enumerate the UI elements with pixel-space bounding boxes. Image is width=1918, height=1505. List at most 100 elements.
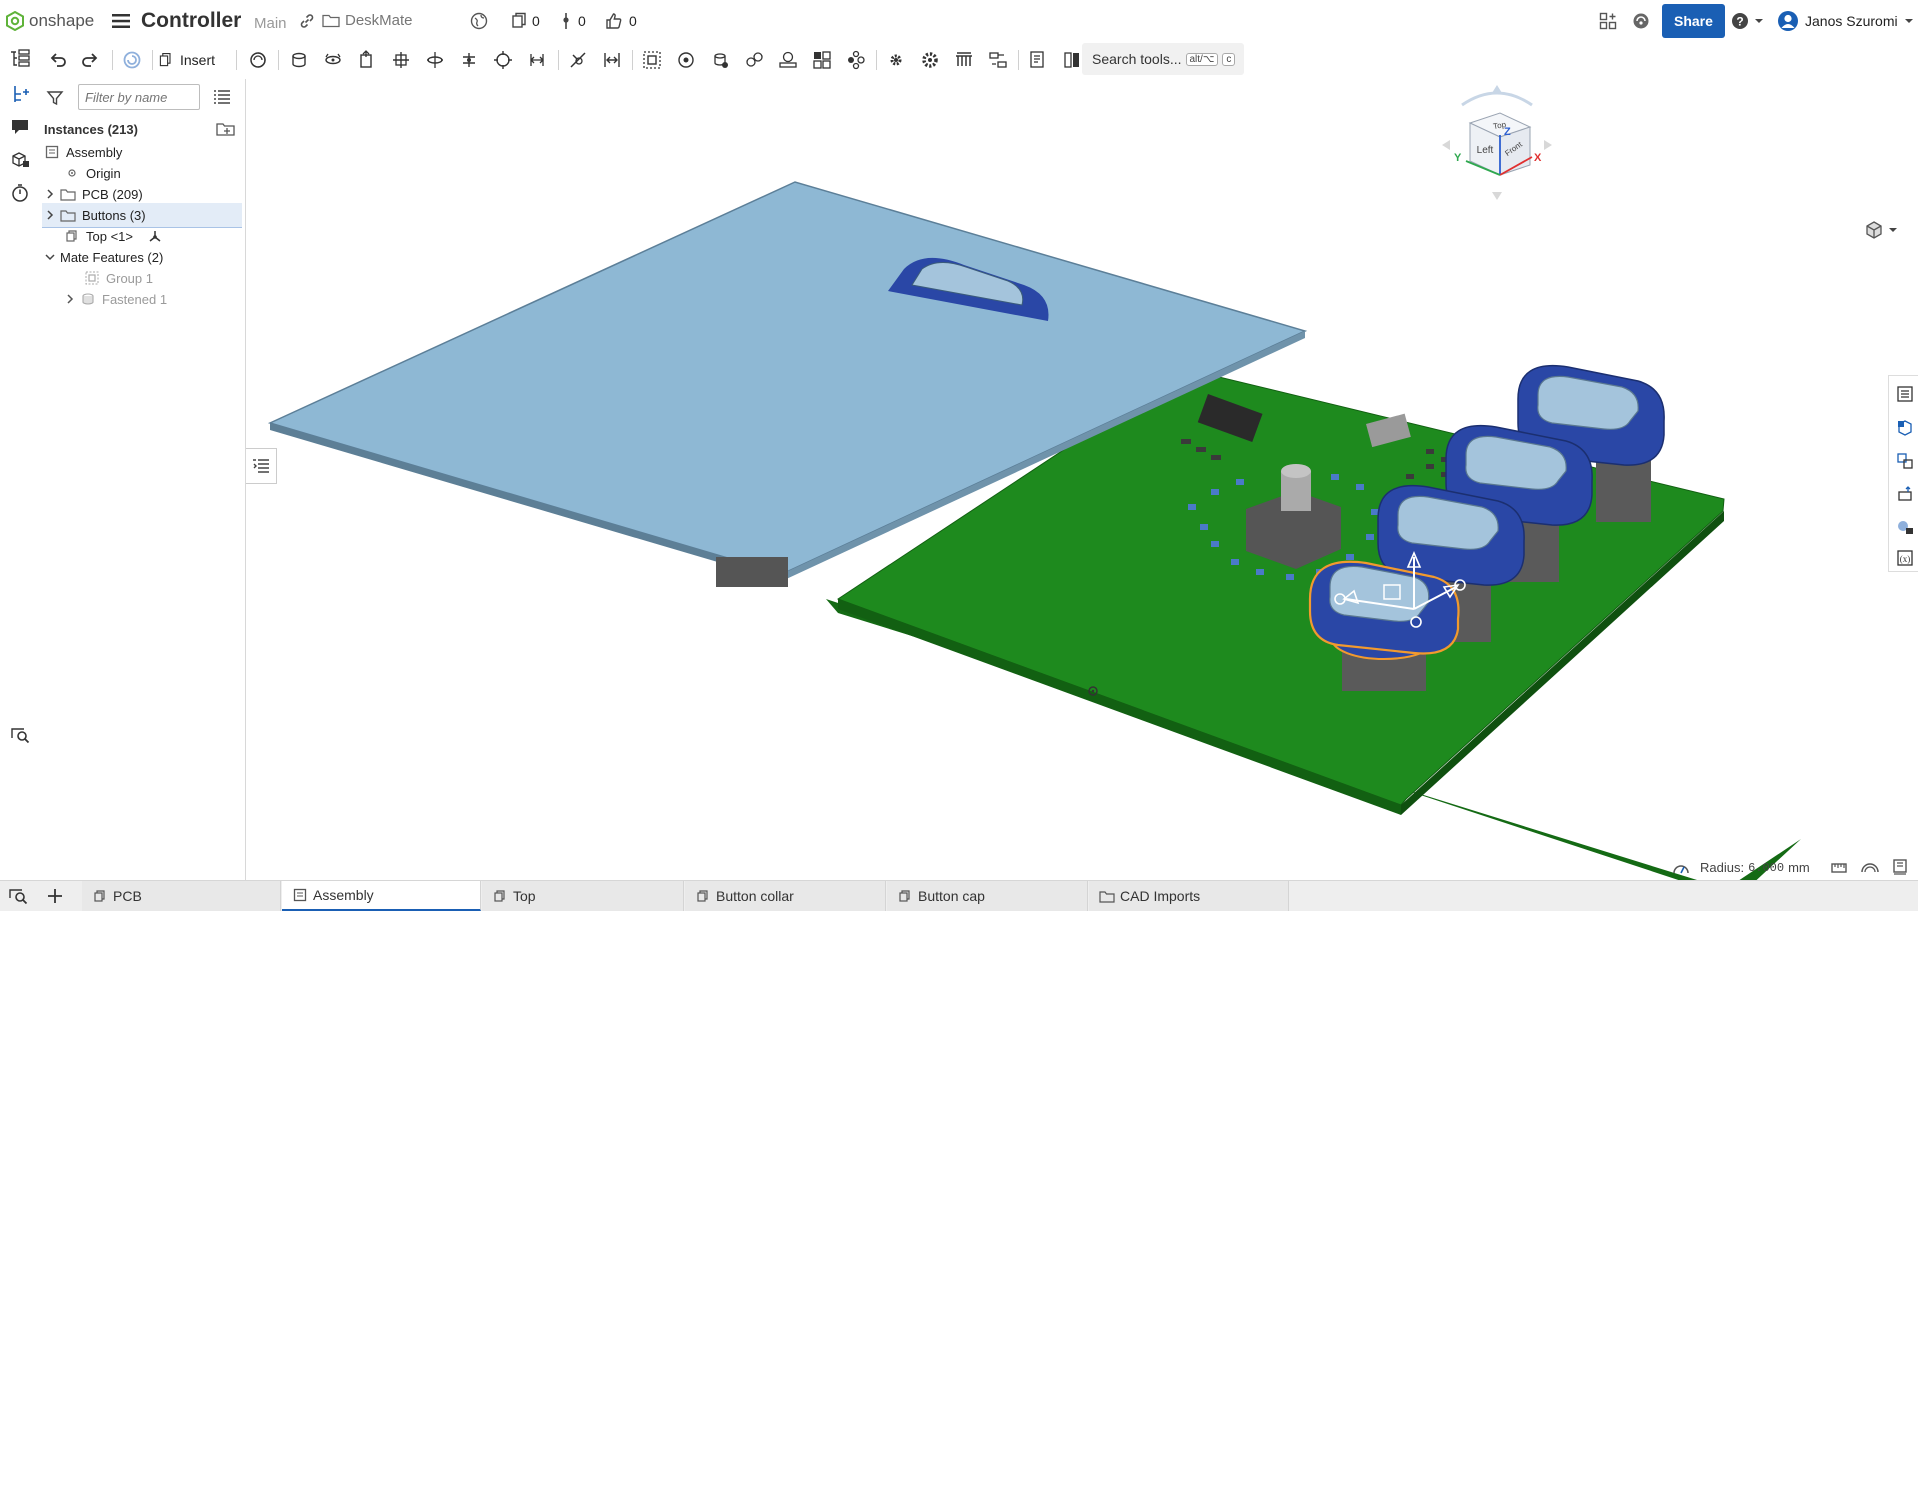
chevron-down-icon[interactable] (42, 249, 58, 265)
view-options-menu[interactable] (1864, 220, 1898, 240)
relation-tool[interactable] (706, 46, 734, 74)
likes-counter[interactable]: 0 (605, 0, 637, 41)
gauge-icon (1673, 864, 1689, 873)
tree-item-fastened[interactable]: Fastened 1 (62, 287, 262, 311)
share-button-label: Share (1662, 3, 1725, 38)
insert-mate-icon[interactable] (8, 82, 32, 106)
planar-mate-tool[interactable] (387, 46, 415, 74)
learning-center-icon[interactable] (1632, 0, 1650, 41)
assembly-toolbar: Insert Search tools... alt/⌥ c (40, 41, 1918, 79)
folder-icon (322, 14, 340, 28)
list-view-toggle[interactable] (213, 89, 231, 110)
tab-top[interactable]: Top (482, 881, 684, 911)
pin-slot-mate-tool[interactable] (455, 46, 483, 74)
planar-mate-icon (393, 52, 409, 68)
standard-content-tool[interactable] (882, 46, 910, 74)
tab-label: CAD Imports (1120, 888, 1201, 904)
insert-button[interactable]: Insert (158, 46, 230, 74)
comments-icon[interactable] (8, 115, 32, 139)
revolute-mate-tool[interactable] (319, 46, 347, 74)
configuration-panel-icon[interactable] (1895, 451, 1915, 471)
versions-counter[interactable]: 0 (511, 0, 540, 41)
mass-properties-icon[interactable] (1860, 859, 1880, 880)
tab-manager-button[interactable] (8, 887, 28, 910)
radius-label: Radius: (1700, 860, 1745, 875)
section-properties-icon[interactable] (1891, 858, 1909, 880)
exploded-view-tool[interactable] (984, 46, 1012, 74)
variable-table-panel-icon[interactable]: (x) (1895, 548, 1915, 568)
parts-list-icon[interactable] (8, 148, 32, 172)
rack-pinion-tool[interactable] (774, 46, 802, 74)
assembly-3d-model[interactable] (246, 79, 1918, 880)
material-lock-panel-icon[interactable] (1895, 517, 1915, 537)
folder-icon (60, 186, 76, 202)
tab-button-collar[interactable]: Button collar (685, 881, 886, 911)
width-mate-tool[interactable] (598, 46, 626, 74)
app-store-icon[interactable] (1599, 0, 1617, 41)
share-button[interactable]: Share (1662, 3, 1725, 38)
graphics-viewport[interactable]: Top Left Front Z X Y Radius: 6.000 mm (246, 79, 1918, 880)
link-icon[interactable] (299, 0, 315, 41)
tab-pcb[interactable]: PCB (82, 881, 281, 911)
chevron-right-icon[interactable] (62, 291, 78, 307)
view-search-icon[interactable] (8, 723, 32, 747)
onshape-logo[interactable]: onshape (6, 0, 94, 41)
user-menu[interactable]: Janos Szuromi (1777, 0, 1914, 41)
tab-label: Button collar (716, 888, 794, 904)
hole-feature-tool[interactable] (950, 46, 978, 74)
history-timer-icon[interactable] (8, 181, 32, 205)
instances-header: Instances (213) (44, 122, 138, 137)
chevron-right-icon[interactable] (42, 207, 58, 223)
main-menu-button[interactable] (112, 0, 130, 41)
branch-name[interactable]: Main (254, 3, 287, 44)
parallel-mate-tool[interactable] (523, 46, 551, 74)
branches-counter[interactable]: 0 (561, 0, 586, 41)
ball-mate-tool[interactable] (489, 46, 517, 74)
undo-button[interactable] (44, 46, 72, 74)
named-views-panel-icon[interactable] (1895, 484, 1915, 504)
gear-relation-tool[interactable] (740, 46, 768, 74)
cylindrical-mate-tool[interactable] (421, 46, 449, 74)
redo-button[interactable] (76, 46, 104, 74)
top-bar: onshape Controller Main DeskMate 0 0 0 S… (0, 0, 1918, 42)
tab-assembly[interactable]: Assembly (282, 881, 481, 911)
tangent-mate-tool[interactable] (564, 46, 592, 74)
tab-cad-imports[interactable]: CAD Imports (1089, 881, 1289, 911)
tree-item-label: Buttons (3) (82, 207, 146, 223)
replicate-tool[interactable] (244, 46, 272, 74)
add-tab-button[interactable] (46, 887, 64, 910)
group-icon (643, 51, 661, 69)
mate-connector-tool[interactable] (672, 46, 700, 74)
tab-button-cap[interactable]: Button cap (887, 881, 1088, 911)
undo-icon (50, 53, 66, 67)
globe-icon[interactable] (470, 0, 488, 41)
group-tool[interactable] (638, 46, 666, 74)
onshape-logo-icon (6, 10, 24, 31)
document-title[interactable]: Controller (141, 0, 241, 41)
fastener-tool[interactable] (916, 46, 944, 74)
filter-by-name-input[interactable] (78, 84, 200, 110)
bom-tool[interactable] (1024, 46, 1052, 74)
linear-pattern-tool[interactable] (808, 46, 836, 74)
update-button[interactable] (118, 46, 146, 74)
folder-breadcrumb[interactable]: DeskMate (322, 0, 413, 41)
fastened-mate-icon (292, 52, 306, 68)
tab-label: Top (513, 888, 536, 904)
help-menu[interactable]: ? (1731, 0, 1764, 41)
circular-pattern-tool[interactable] (842, 46, 870, 74)
feature-list-icon[interactable] (8, 47, 32, 71)
appearance-panel-icon[interactable] (1895, 418, 1915, 438)
measure-icon[interactable] (1830, 859, 1848, 880)
view-cube[interactable]: Top Left Front Z X Y (1432, 79, 1562, 215)
part-studio-icon (897, 888, 913, 904)
slider-mate-tool[interactable] (353, 46, 381, 74)
cylindrical-mate-icon (427, 52, 443, 68)
search-tools-input[interactable]: Search tools... alt/⌥ c (1082, 43, 1244, 75)
new-folder-button[interactable] (216, 121, 236, 142)
versions-count: 0 (532, 12, 540, 29)
chevron-right-icon[interactable] (42, 186, 58, 202)
filter-toggle[interactable] (46, 89, 64, 112)
instance-list-panel: Instances (213) Assembly Origin PCB (209… (40, 79, 246, 880)
properties-panel-icon[interactable] (1895, 384, 1915, 404)
fastened-mate-tool[interactable] (285, 46, 313, 74)
